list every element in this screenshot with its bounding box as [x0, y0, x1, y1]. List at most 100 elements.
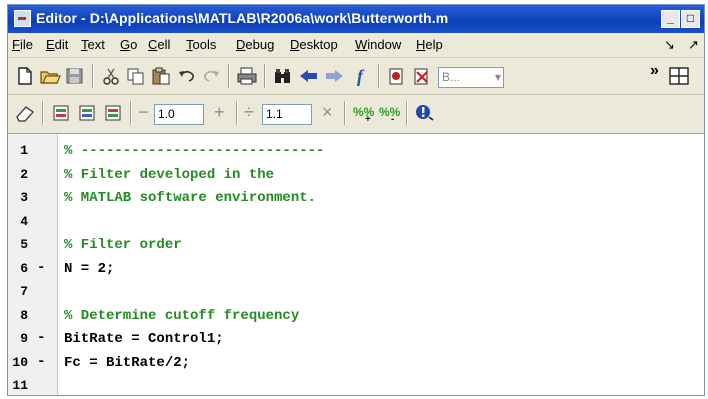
find-binoculars-icon[interactable] — [272, 66, 294, 86]
code-statement: Fc = BitRate/2; — [64, 354, 191, 371]
redo-icon[interactable] — [200, 66, 222, 86]
cut-icon[interactable] — [100, 66, 122, 86]
set-breakpoint-icon[interactable] — [386, 66, 408, 86]
line-number: 4 — [20, 213, 28, 229]
editor-window: Editor - D:\Applications\MATLAB\R2006a\w… — [7, 4, 705, 396]
matlab-editor-icon — [14, 10, 31, 27]
function-icon[interactable]: f — [349, 66, 371, 86]
insert-percent-plus-icon[interactable]: %% + — [352, 103, 374, 123]
open-folder-icon[interactable] — [39, 66, 61, 86]
dock-icon[interactable]: ↘ — [664, 37, 675, 53]
toolbar-separator — [92, 64, 94, 88]
menu-go[interactable]: Go — [120, 37, 137, 52]
cell-info-icon[interactable] — [414, 103, 436, 123]
code-editor[interactable]: 1 % ----------------------------- 2 % Filte… — [8, 133, 704, 395]
copy-icon[interactable] — [125, 66, 147, 86]
title-bar[interactable]: Editor - D:\Applications\MATLAB\R2006a\w… — [8, 5, 704, 33]
code-line[interactable]: 10- Fc = BitRate/2; — [8, 352, 704, 375]
print-icon[interactable] — [236, 66, 258, 86]
line-number: 3 — [20, 190, 28, 205]
line-number: 11 — [12, 378, 28, 393]
line-number: 1 — [20, 143, 28, 158]
code-line[interactable]: 8 % Determine cutoff frequency — [8, 305, 704, 328]
toolbar-separator — [264, 64, 266, 88]
main-toolbar: f B... ▾ » — [8, 58, 704, 95]
clear-breakpoints-icon[interactable] — [411, 66, 433, 86]
chevron-down-icon: ▾ — [494, 70, 501, 84]
value-field-2[interactable]: 1.1 — [262, 104, 312, 125]
code-line[interactable]: 1 % ----------------------------- — [8, 140, 704, 163]
breakpoint-marker[interactable]: - — [37, 260, 45, 276]
increment-button[interactable]: + — [214, 102, 225, 123]
svg-text:%%: %% — [379, 105, 400, 119]
breakpoint-marker[interactable]: - — [37, 354, 45, 370]
code-line[interactable]: 4 — [8, 211, 704, 234]
eraser-icon[interactable] — [14, 103, 36, 123]
svg-text:+: + — [365, 114, 371, 123]
menu-debug[interactable]: Debug — [236, 37, 274, 52]
new-file-icon[interactable] — [14, 66, 36, 86]
menu-desktop[interactable]: Desktop — [290, 37, 338, 52]
code-comment: % Determine cutoff frequency — [64, 307, 300, 324]
window-title: Editor - D:\Applications\MATLAB\R2006a\w… — [36, 10, 449, 26]
evaluate-entire-file-icon[interactable] — [102, 103, 124, 123]
toolbar-separator — [378, 64, 380, 88]
code-line[interactable]: 2 % Filter developed in the — [8, 164, 704, 187]
menu-edit[interactable]: Edit — [46, 37, 68, 52]
code-line[interactable]: 11 — [8, 375, 704, 395]
divide-button[interactable]: ÷ — [244, 102, 254, 123]
toolbar-separator — [228, 64, 230, 88]
menu-file[interactable]: File — [12, 37, 33, 52]
line-number: 6 — [20, 260, 28, 276]
code-comment: % Filter developed in the — [64, 166, 275, 183]
code-line[interactable]: 5 % Filter order — [8, 234, 704, 257]
minimize-button[interactable]: _ — [661, 10, 680, 28]
code-line[interactable]: 9- BitRate = Control1; — [8, 328, 704, 351]
menu-window[interactable]: Window — [355, 37, 401, 52]
evaluate-and-advance-icon[interactable] — [76, 103, 98, 123]
svg-text:%%: %% — [353, 105, 374, 119]
code-comment: % MATLAB software environment. — [64, 190, 317, 206]
back-arrow-icon[interactable] — [298, 66, 320, 86]
maximize-button[interactable]: □ — [681, 10, 700, 28]
decrement-button[interactable]: − — [138, 102, 149, 123]
value-field-1[interactable]: 1.0 — [154, 104, 204, 125]
undo-icon[interactable] — [176, 66, 198, 86]
forward-arrow-icon[interactable] — [323, 66, 345, 86]
evaluate-cell-icon[interactable] — [50, 103, 72, 123]
menu-cell[interactable]: Cell — [148, 37, 170, 52]
grid-layout-icon[interactable] — [668, 66, 690, 86]
code-line[interactable]: 6- N = 2; — [8, 258, 704, 281]
line-number: 9 — [20, 331, 28, 346]
toolbar-separator — [344, 101, 346, 125]
menu-tools[interactable]: Tools — [186, 37, 216, 52]
cell-toolbar: − 1.0 + ÷ 1.1 × %% + %% - — [8, 95, 704, 134]
menu-bar: File Edit Text Go Cell Tools Debug Desktop Windo… — [8, 33, 704, 58]
insert-percent-minus-icon[interactable]: %% - — [378, 103, 400, 123]
line-number: 10 — [12, 354, 28, 370]
menu-text[interactable]: Text — [81, 37, 105, 52]
line-number: 8 — [20, 307, 28, 323]
toolbar-separator — [236, 101, 238, 125]
stack-value: B... — [442, 70, 461, 84]
undock-icon[interactable]: ↗ — [688, 37, 699, 53]
svg-text:-: - — [391, 114, 394, 123]
menu-help[interactable]: Help — [416, 37, 443, 52]
code-line[interactable]: 7 — [8, 281, 704, 304]
line-number: 5 — [20, 237, 28, 252]
toolbar-separator — [42, 101, 44, 125]
code-line[interactable]: 3 % MATLAB software environment. — [8, 187, 704, 210]
code-statement: BitRate = Control1; — [64, 331, 224, 347]
save-icon[interactable] — [64, 66, 86, 86]
code-comment: % Filter order — [64, 237, 182, 253]
toolbar-separator — [406, 101, 408, 125]
line-number: 7 — [20, 284, 28, 299]
stack-dropdown[interactable]: B... ▾ — [438, 67, 504, 88]
toolbar-separator — [130, 101, 132, 125]
paste-icon[interactable] — [150, 66, 172, 86]
code-comment: % ----------------------------- — [64, 143, 325, 159]
breakpoint-marker[interactable]: - — [37, 330, 45, 346]
multiply-button[interactable]: × — [322, 102, 333, 123]
code-statement: N = 2; — [64, 260, 115, 277]
toolbar-overflow-icon[interactable]: » — [650, 62, 659, 80]
